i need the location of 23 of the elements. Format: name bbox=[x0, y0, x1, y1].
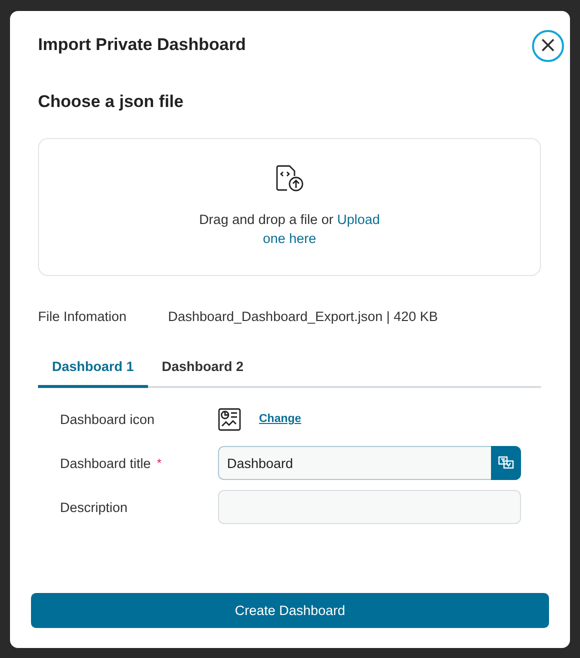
title-input[interactable]: Dashboard bbox=[218, 446, 491, 480]
create-dashboard-button[interactable]: Create Dashboard bbox=[31, 593, 549, 628]
change-link[interactable]: Change bbox=[259, 413, 302, 425]
section-heading: Choose a json file bbox=[38, 92, 184, 112]
required-mark: * bbox=[156, 456, 162, 470]
description-input[interactable] bbox=[218, 490, 521, 524]
translate-icon bbox=[498, 456, 514, 470]
field-label: Dashboard title bbox=[60, 456, 151, 470]
file-upload-icon bbox=[274, 164, 304, 192]
field-label: Dashboard icon bbox=[60, 412, 156, 426]
upload-link[interactable]: Upload bbox=[337, 212, 380, 227]
dialog-title: Import Private Dashboard bbox=[38, 35, 246, 55]
tab[interactable]: Dashboard 1 bbox=[38, 350, 148, 388]
dashboard-chart-icon bbox=[218, 408, 241, 430]
field-label: Description bbox=[60, 500, 129, 514]
upload-link[interactable]: one here bbox=[262, 231, 316, 246]
drop-zone[interactable]: Drag and drop a file or Upload one here bbox=[38, 138, 541, 276]
file-info-value: Dashboard_Dashboard_Export.json | 420 KB bbox=[168, 309, 438, 324]
translate-button[interactable] bbox=[491, 446, 521, 480]
close-button[interactable]: × bbox=[532, 30, 564, 62]
info-label: File Infomation bbox=[38, 309, 128, 324]
tab[interactable]: Dashboard 2 bbox=[148, 350, 258, 388]
drop-prompt: Drag and drop a file or Upload one here bbox=[198, 211, 381, 248]
